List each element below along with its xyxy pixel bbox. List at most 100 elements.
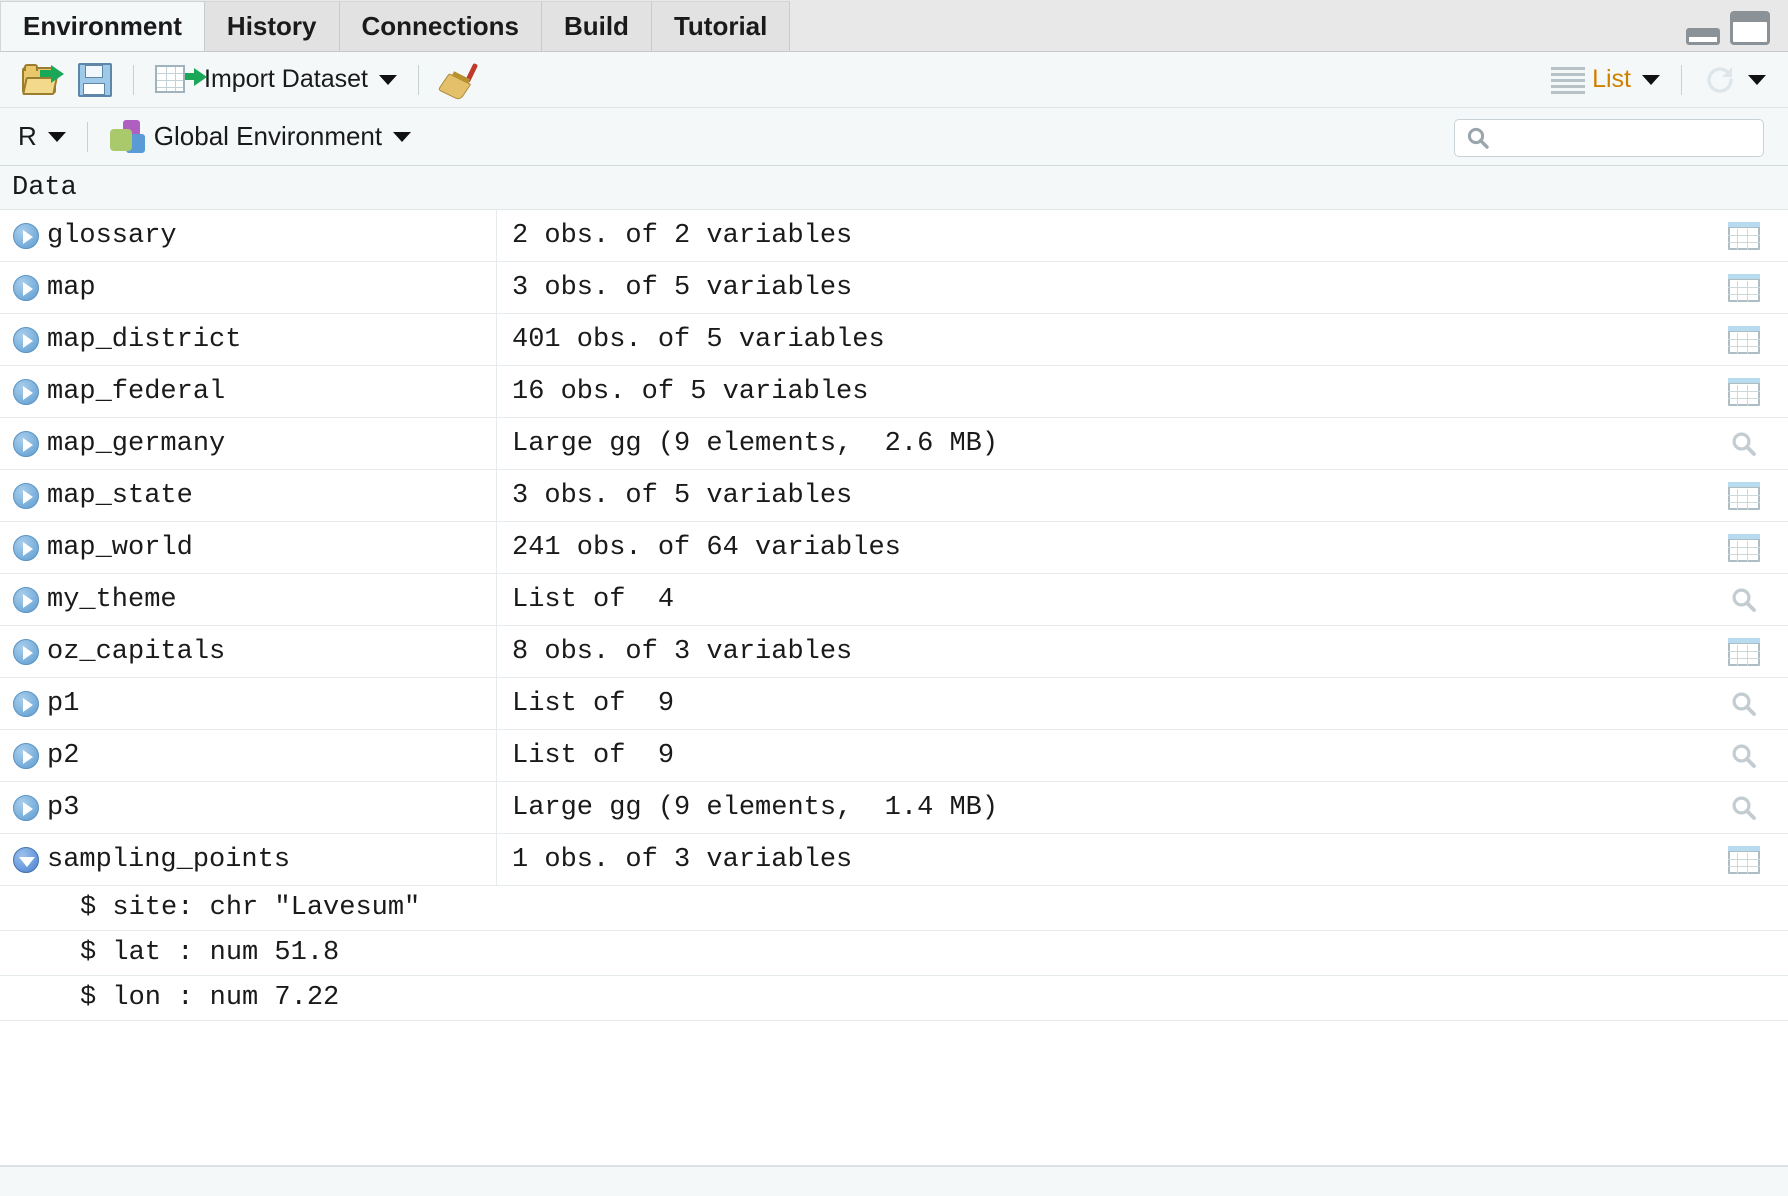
- object-action-cell[interactable]: [1700, 418, 1788, 469]
- table-row[interactable]: p1 List of 9: [0, 678, 1788, 730]
- expand-toggle-icon[interactable]: [13, 274, 39, 301]
- expand-toggle-icon[interactable]: [13, 794, 39, 821]
- table-row[interactable]: map_germany Large gg (9 elements, 2.6 MB): [0, 418, 1788, 470]
- list-item: $ lon : num 7.22: [0, 976, 1788, 1021]
- magnifier-icon[interactable]: [1729, 585, 1759, 615]
- object-name-cell: my_theme: [0, 574, 497, 625]
- table-row[interactable]: p2 List of 9: [0, 730, 1788, 782]
- object-action-cell[interactable]: [1700, 626, 1788, 677]
- object-name-cell: map_federal: [0, 366, 497, 417]
- object-action-cell[interactable]: [1700, 522, 1788, 573]
- object-action-cell[interactable]: [1700, 782, 1788, 833]
- load-workspace-button[interactable]: [14, 57, 70, 103]
- object-action-cell[interactable]: [1700, 314, 1788, 365]
- expand-toggle-icon[interactable]: [13, 222, 39, 249]
- view-mode-chevron-down-icon[interactable]: [1642, 74, 1660, 85]
- maximize-icon[interactable]: [1730, 11, 1770, 45]
- expand-toggle-icon[interactable]: [13, 430, 39, 457]
- toolbar-left-group: Import Dataset: [14, 57, 486, 103]
- object-action-cell[interactable]: [1700, 834, 1788, 885]
- object-action-cell[interactable]: [1700, 678, 1788, 729]
- object-value: List of 4: [512, 584, 675, 615]
- tab-tutorial-label: Tutorial: [673, 11, 768, 41]
- tab-build[interactable]: Build: [541, 1, 652, 51]
- object-action-cell[interactable]: [1700, 262, 1788, 313]
- tab-environment[interactable]: Environment: [0, 1, 205, 51]
- object-name: glossary: [47, 220, 177, 251]
- language-selector[interactable]: R: [14, 114, 74, 160]
- object-action-cell[interactable]: [1700, 730, 1788, 781]
- object-name-cell: map: [0, 262, 497, 313]
- search-icon: [1467, 127, 1489, 149]
- tab-environment-label: Environment: [23, 11, 182, 41]
- table-row[interactable]: map_federal 16 obs. of 5 variables: [0, 366, 1788, 418]
- view-grid-icon[interactable]: [1728, 637, 1760, 666]
- magnifier-icon[interactable]: [1729, 689, 1759, 719]
- search-box[interactable]: [1454, 119, 1764, 157]
- global-environment-selector[interactable]: Global Environment: [101, 114, 419, 160]
- expand-toggle-icon[interactable]: [13, 742, 39, 769]
- table-row[interactable]: sampling_points 1 obs. of 3 variables: [0, 834, 1788, 886]
- table-row[interactable]: glossary 2 obs. of 2 variables: [0, 210, 1788, 262]
- object-name-cell: sampling_points: [0, 834, 497, 885]
- object-name-cell: glossary: [0, 210, 497, 261]
- magnifier-icon[interactable]: [1729, 741, 1759, 771]
- object-name-cell: map_district: [0, 314, 497, 365]
- clear-objects-button[interactable]: [432, 57, 486, 103]
- environment-chevron-down-icon[interactable]: [393, 131, 412, 142]
- save-workspace-button[interactable]: [70, 57, 120, 103]
- search-input[interactable]: [1497, 126, 1737, 150]
- expand-toggle-icon[interactable]: [13, 326, 39, 353]
- language-chevron-down-icon[interactable]: [47, 131, 66, 142]
- expand-toggle-icon[interactable]: [13, 534, 39, 561]
- cubes-icon: [109, 119, 147, 154]
- object-name: p2: [47, 740, 80, 771]
- view-mode-button[interactable]: List: [1543, 57, 1668, 103]
- table-row[interactable]: map_world 241 obs. of 64 variables: [0, 522, 1788, 574]
- object-name-cell: p2: [0, 730, 497, 781]
- expand-toggle-icon[interactable]: [13, 378, 39, 405]
- object-name: my_theme: [47, 584, 177, 615]
- expand-toggle-icon[interactable]: [13, 638, 39, 665]
- refresh-chevron-down-icon[interactable]: [1748, 74, 1766, 85]
- object-value: 401 obs. of 5 variables: [512, 324, 885, 355]
- object-action-cell[interactable]: [1700, 470, 1788, 521]
- open-folder-icon: [22, 63, 64, 97]
- magnifier-icon[interactable]: [1729, 793, 1759, 823]
- view-grid-icon[interactable]: [1728, 845, 1760, 874]
- chevron-down-icon[interactable]: [378, 74, 397, 85]
- view-mode-label: List: [1592, 65, 1631, 93]
- object-field-detail: $ lon : num 7.22: [80, 983, 340, 1013]
- table-row[interactable]: map_district 401 obs. of 5 variables: [0, 314, 1788, 366]
- tab-connections[interactable]: Connections: [339, 1, 542, 51]
- save-disk-icon: [78, 62, 112, 97]
- view-grid-icon[interactable]: [1728, 481, 1760, 510]
- import-dataset-button[interactable]: Import Dataset: [147, 57, 405, 103]
- view-grid-icon[interactable]: [1728, 273, 1760, 302]
- object-name-cell: map_germany: [0, 418, 497, 469]
- view-grid-icon[interactable]: [1728, 533, 1760, 562]
- tab-history[interactable]: History: [204, 1, 340, 51]
- object-field-detail: $ lat : num 51.8: [80, 938, 340, 968]
- object-action-cell[interactable]: [1700, 366, 1788, 417]
- magnifier-icon[interactable]: [1729, 429, 1759, 459]
- object-name-cell: map_state: [0, 470, 497, 521]
- table-row[interactable]: map_state 3 obs. of 5 variables: [0, 470, 1788, 522]
- table-row[interactable]: my_theme List of 4: [0, 574, 1788, 626]
- minimize-icon[interactable]: [1686, 28, 1720, 45]
- object-action-cell[interactable]: [1700, 210, 1788, 261]
- view-grid-icon[interactable]: [1728, 377, 1760, 406]
- object-name-cell: p3: [0, 782, 497, 833]
- view-grid-icon[interactable]: [1728, 221, 1760, 250]
- table-row[interactable]: oz_capitals 8 obs. of 3 variables: [0, 626, 1788, 678]
- object-action-cell[interactable]: [1700, 574, 1788, 625]
- expand-toggle-icon[interactable]: [13, 586, 39, 613]
- refresh-button[interactable]: [1695, 57, 1774, 103]
- table-row[interactable]: map 3 obs. of 5 variables: [0, 262, 1788, 314]
- view-grid-icon[interactable]: [1728, 325, 1760, 354]
- table-row[interactable]: p3 Large gg (9 elements, 1.4 MB): [0, 782, 1788, 834]
- expand-toggle-icon[interactable]: [13, 482, 39, 509]
- expand-toggle-icon[interactable]: [13, 690, 39, 717]
- collapse-toggle-icon[interactable]: [13, 846, 39, 873]
- tab-tutorial[interactable]: Tutorial: [651, 1, 791, 51]
